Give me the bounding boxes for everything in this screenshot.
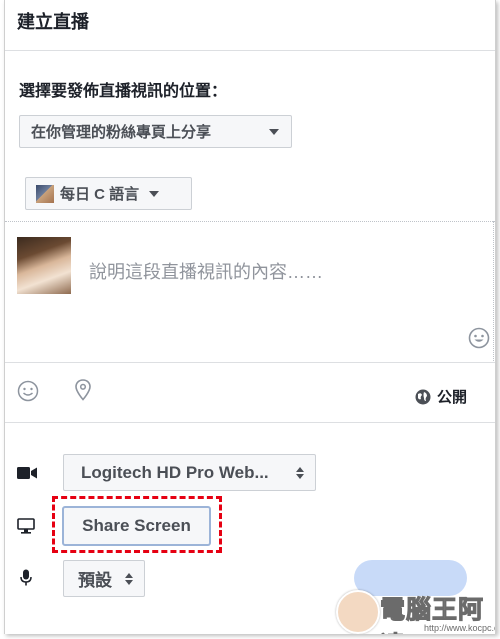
camera-selected: Logitech HD Pro Web...: [81, 462, 269, 482]
microphone-select[interactable]: 預設: [63, 560, 145, 597]
audience-selector[interactable]: 公開: [415, 386, 467, 407]
dialog-title: 建立直播: [17, 12, 89, 32]
divider: [493, 221, 494, 361]
dialog-header: 建立直播: [5, 0, 495, 51]
select-arrows-icon: [125, 572, 133, 585]
site-watermark: 電腦王阿達 http://www.kocpc.com.tw: [336, 584, 495, 634]
highlight-box: [52, 496, 222, 553]
divider: [5, 362, 495, 363]
page-name: 每日 C 語言: [60, 186, 140, 203]
create-live-dialog: 建立直播 選擇要發佈直播視訊的位置： 在你管理的粉絲專頁上分享 每日 C 語言 …: [4, 0, 496, 634]
user-avatar: [17, 237, 71, 294]
divider: [5, 422, 495, 423]
emoji-icon[interactable]: [468, 327, 490, 349]
destination-selected: 在你管理的粉絲專頁上分享: [31, 124, 212, 141]
select-arrows-icon: [296, 466, 304, 479]
microphone-selected: 預設: [78, 571, 112, 590]
camera-select[interactable]: Logitech HD Pro Web...: [63, 454, 316, 491]
microphone-icon: [20, 569, 32, 586]
smiley-icon[interactable]: [17, 380, 39, 402]
location-pin-icon[interactable]: [73, 378, 93, 402]
video-camera-icon: [17, 467, 37, 479]
caret-down-icon: [269, 128, 279, 135]
page-selector-dropdown[interactable]: 每日 C 語言: [25, 177, 192, 210]
composer-input[interactable]: 說明這段直播視訊的內容……: [89, 258, 323, 284]
page-avatar: [36, 184, 54, 203]
mascot-logo: [336, 590, 380, 634]
globe-icon: [415, 389, 431, 404]
destination-label: 選擇要發佈直播視訊的位置：: [19, 83, 228, 100]
caret-down-icon: [149, 190, 160, 197]
audience-label: 公開: [437, 389, 468, 406]
destination-dropdown[interactable]: 在你管理的粉絲專頁上分享: [19, 115, 292, 148]
divider: [5, 221, 495, 222]
watermark-url: http://www.kocpc.com.tw: [424, 623, 495, 633]
monitor-icon: [17, 518, 35, 534]
